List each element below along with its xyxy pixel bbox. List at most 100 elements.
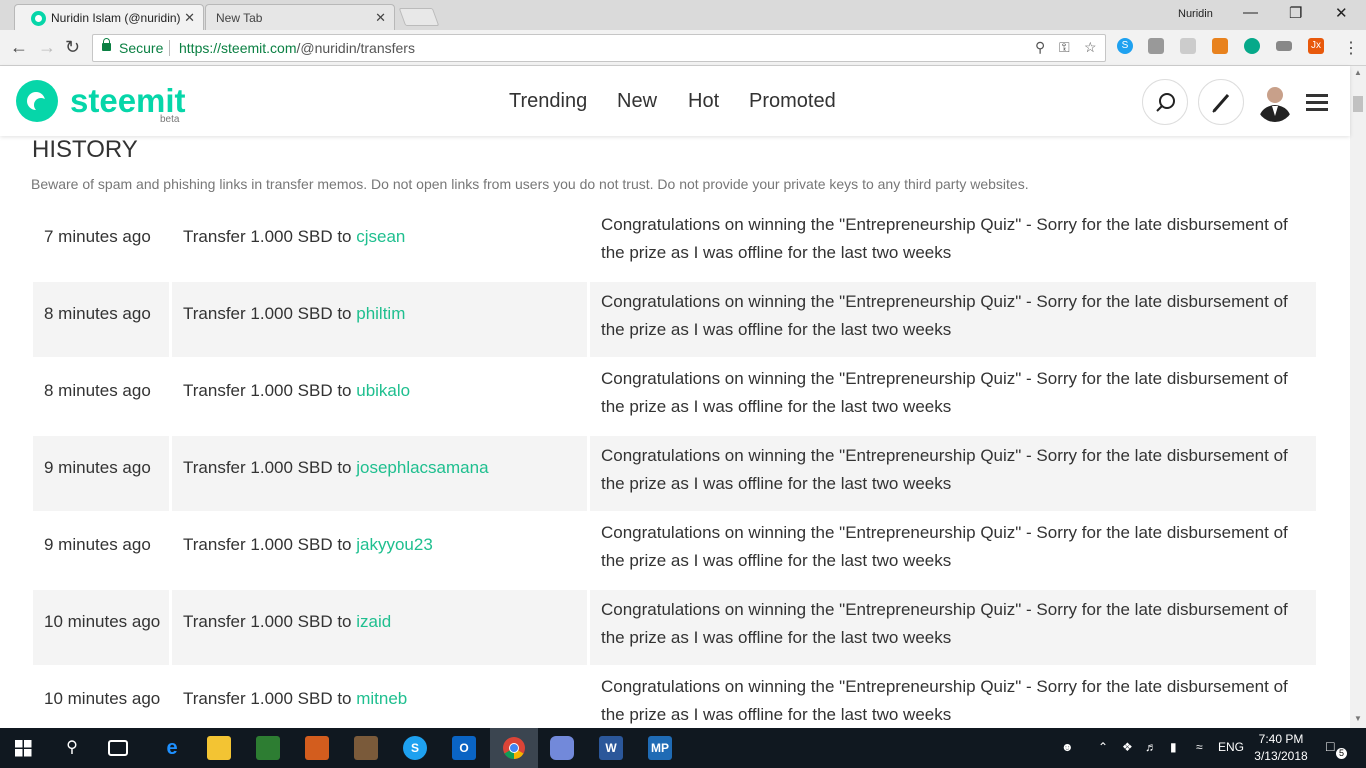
cast-extension-icon[interactable] [1276, 41, 1292, 51]
nav-new[interactable]: New [617, 90, 657, 113]
memo-cell: Congratulations on winning the "Entrepre… [590, 590, 1316, 665]
clock[interactable]: 7:40 PM 3/13/2018 [1246, 731, 1316, 765]
wifi-icon[interactable]: ≈ [1196, 740, 1203, 754]
table-row: 9 minutes ago Transfer 1.000 SBD to jakyy… [33, 513, 1316, 588]
memo-cell: Congratulations on winning the "Entrepre… [590, 513, 1316, 588]
restore-icon[interactable]: ❐ [1289, 4, 1302, 22]
scroll-down-icon[interactable]: ▼ [1354, 714, 1362, 723]
chrome-menu-icon[interactable]: ⋮ [1343, 38, 1359, 58]
transfer-description: Transfer 1.000 SBD to izaid [183, 612, 391, 632]
recipient-link[interactable]: mitneb [356, 689, 407, 708]
steemit-logo-icon[interactable] [16, 80, 58, 122]
window-close-icon[interactable]: ✕ [1335, 4, 1348, 22]
history-title: HISTORY [32, 136, 138, 163]
extension-icon[interactable] [1148, 38, 1164, 54]
back-arrow-icon[interactable]: ← [10, 37, 28, 58]
metamask-extension-icon[interactable] [1212, 38, 1228, 54]
new-tab-button[interactable] [398, 8, 440, 26]
table-row: 8 minutes ago Transfer 1.000 SBD to ubika… [33, 359, 1316, 434]
battery-icon[interactable]: ▮ [1170, 740, 1177, 754]
description-cell: Transfer 1.000 SBD to cjsean [172, 205, 587, 280]
edge-icon[interactable]: e [160, 736, 184, 760]
steem-extension-icon[interactable] [1244, 38, 1260, 54]
transfer-description: Transfer 1.000 SBD to philtim [183, 304, 405, 324]
tab-steemit[interactable]: Nuridin Islam (@nuridin) ✕ [14, 4, 204, 30]
volume-icon[interactable]: ♬ [1145, 740, 1157, 754]
transfer-description: Transfer 1.000 SBD to cjsean [183, 227, 405, 247]
dropbox-icon[interactable]: ❖ [1122, 740, 1133, 754]
transfer-memo: Congratulations on winning the "Entrepre… [601, 215, 1288, 262]
transfer-description: Transfer 1.000 SBD to ubikalo [183, 381, 410, 401]
file-explorer-icon[interactable] [207, 736, 231, 760]
language-indicator[interactable]: ENG [1218, 740, 1244, 754]
time-cell: 8 minutes ago [33, 359, 169, 434]
discord-icon[interactable] [550, 736, 574, 760]
recipient-link[interactable]: ubikalo [356, 381, 410, 400]
transfer-memo: Congratulations on winning the "Entrepre… [601, 677, 1288, 724]
skype-icon[interactable]: S [403, 736, 427, 760]
transfer-time: 10 minutes ago [44, 612, 161, 631]
key-icon[interactable]: ⚿ [1059, 39, 1070, 56]
minimize-icon[interactable]: — [1243, 4, 1258, 21]
avatar[interactable] [1256, 82, 1294, 122]
compose-button[interactable] [1198, 79, 1244, 125]
transfer-memo: Congratulations on winning the "Entrepre… [601, 369, 1288, 416]
description-cell: Transfer 1.000 SBD to jakyyou23 [172, 513, 587, 588]
recipient-link[interactable]: jakyyou23 [356, 535, 433, 554]
transfer-time: 9 minutes ago [44, 535, 151, 554]
notification-count-badge: 5 [1336, 748, 1347, 759]
address-input[interactable]: Secure https://steemit.com/@nuridin/tran… [92, 34, 1106, 62]
bookmark-star-icon[interactable]: ☆ [1084, 39, 1097, 56]
chrome-icon[interactable] [502, 736, 526, 760]
transfer-time: 8 minutes ago [44, 381, 151, 400]
tab-title: Nuridin Islam (@nuridin) [51, 11, 181, 25]
word-icon[interactable]: W [599, 736, 623, 760]
windows-start-icon[interactable] [15, 740, 32, 757]
recipient-link[interactable]: philtim [356, 304, 405, 323]
search-icon[interactable]: ⚲ [60, 736, 84, 760]
app-icon[interactable] [354, 736, 378, 760]
clock-date: 3/13/2018 [1254, 749, 1308, 763]
memo-cell: Congratulations on winning the "Entrepre… [590, 205, 1316, 280]
scroll-up-icon[interactable]: ▲ [1354, 68, 1362, 77]
notifications-icon[interactable]: □ [1326, 738, 1334, 754]
steemit-favicon-icon [31, 11, 46, 26]
transfer-memo: Congratulations on winning the "Entrepre… [601, 523, 1288, 570]
nav-promoted[interactable]: Promoted [749, 90, 836, 113]
task-view-icon[interactable] [108, 740, 128, 756]
reload-icon[interactable]: ↻ [65, 37, 80, 58]
transfer-prefix: Transfer 1.000 SBD to [183, 612, 357, 631]
memo-cell: Congratulations on winning the "Entrepre… [590, 436, 1316, 511]
store-icon[interactable] [256, 736, 280, 760]
pdf-extension-icon[interactable] [1180, 38, 1196, 54]
transfer-prefix: Transfer 1.000 SBD to [183, 689, 357, 708]
zoom-icon[interactable]: ⚲ [1035, 39, 1045, 56]
recipient-link[interactable]: izaid [356, 612, 391, 631]
description-cell: Transfer 1.000 SBD to ubikalo [172, 359, 587, 434]
tab-close-icon[interactable]: ✕ [375, 10, 386, 26]
nav-hot[interactable]: Hot [688, 90, 719, 113]
tab-close-icon[interactable]: ✕ [184, 10, 195, 26]
mp-app-icon[interactable]: MP [648, 736, 672, 760]
jx-extension-icon[interactable]: Jx [1308, 38, 1324, 54]
nav-trending[interactable]: Trending [509, 90, 587, 113]
outlook-icon[interactable]: O [452, 736, 476, 760]
recipient-link[interactable]: cjsean [356, 227, 405, 246]
skype-extension-icon[interactable]: S [1117, 38, 1133, 54]
chevron-up-icon[interactable]: ⌃ [1098, 740, 1108, 754]
window-user-label[interactable]: Nuridin [1178, 8, 1213, 20]
time-cell: 10 minutes ago [33, 590, 169, 665]
description-cell: Transfer 1.000 SBD to izaid [172, 590, 587, 665]
search-button[interactable] [1142, 79, 1188, 125]
forward-arrow-icon[interactable]: → [38, 37, 56, 58]
people-icon[interactable]: ☻ [1061, 740, 1074, 754]
page-scrollbar[interactable]: ▲ ▼ [1350, 66, 1366, 728]
transfer-description: Transfer 1.000 SBD to jakyyou23 [183, 535, 433, 555]
hamburger-menu-icon[interactable] [1306, 94, 1328, 112]
app-icon[interactable] [305, 736, 329, 760]
description-cell: Transfer 1.000 SBD to mitneb [172, 667, 587, 728]
time-cell: 8 minutes ago [33, 282, 169, 357]
tab-new-tab[interactable]: New Tab ✕ [205, 4, 395, 30]
recipient-link[interactable]: josephlacsamana [356, 458, 488, 477]
scrollbar-thumb[interactable] [1353, 96, 1363, 112]
